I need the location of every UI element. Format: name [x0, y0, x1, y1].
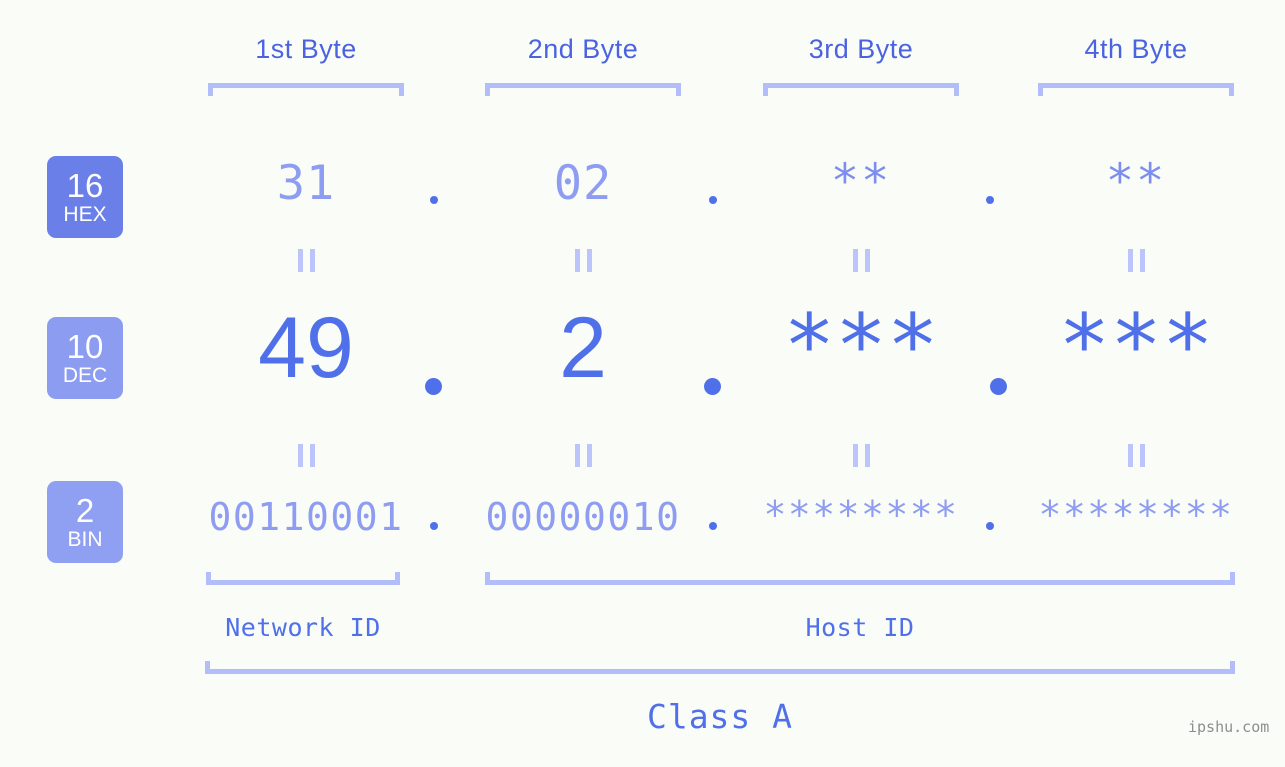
ip-byte-breakdown-diagram: 1st Byte 2nd Byte 3rd Byte 4th Byte 16 H… [0, 0, 1285, 767]
hex-byte-2: 02 [553, 156, 613, 211]
base-badge-dec-name: DEC [62, 364, 108, 387]
equals-mark-decbin-1 [208, 444, 404, 467]
equals-mark-decbin-3 [763, 444, 959, 467]
base-badge-bin: 2 BIN [47, 481, 123, 563]
byte-header-2: 2nd Byte [527, 34, 639, 64]
dec-byte-1: 49 [258, 300, 354, 396]
class-bracket [205, 661, 1235, 674]
network-id-label: Network ID [225, 613, 381, 642]
base-badge-hex-name: HEX [63, 203, 107, 226]
bin-byte-2: 00000010 [485, 495, 681, 539]
dec-byte-2: 2 [559, 300, 607, 396]
byte-header-3: 3rd Byte [808, 34, 914, 64]
class-label: Class A [646, 697, 794, 736]
dec-separator-dot-2 [704, 378, 721, 395]
network-id-bracket [206, 572, 400, 585]
base-badge-dec-number: 10 [66, 328, 104, 365]
hex-byte-1: 31 [276, 156, 336, 211]
equals-mark-decbin-4 [1038, 444, 1234, 467]
equals-mark-hexdec-1 [208, 249, 404, 272]
host-id-label: Host ID [805, 613, 915, 642]
byte-bracket-top-1 [208, 83, 404, 96]
dec-byte-3: *** [783, 296, 939, 396]
base-badge-hex: 16 HEX [47, 156, 123, 238]
bin-byte-1: 00110001 [208, 495, 404, 539]
hex-separator-dot-3 [986, 196, 994, 204]
equals-mark-decbin-2 [485, 444, 681, 467]
dec-byte-4: *** [1058, 296, 1214, 396]
byte-header-1: 1st Byte [255, 34, 357, 64]
bin-separator-dot-1 [430, 522, 438, 530]
base-badge-bin-name: BIN [67, 528, 103, 551]
dec-separator-dot-3 [990, 378, 1007, 395]
hex-separator-dot-2 [709, 196, 717, 204]
equals-mark-hexdec-4 [1038, 249, 1234, 272]
watermark: ipshu.com [1188, 718, 1270, 736]
hex-byte-3: ** [830, 154, 892, 209]
byte-header-4: 4th Byte [1084, 34, 1188, 64]
base-badge-dec: 10 DEC [47, 317, 123, 399]
equals-mark-hexdec-2 [485, 249, 681, 272]
byte-bracket-top-4 [1038, 83, 1234, 96]
byte-bracket-top-2 [485, 83, 681, 96]
bin-byte-3: ******** [763, 493, 959, 537]
host-id-bracket [485, 572, 1235, 585]
bin-separator-dot-3 [986, 522, 994, 530]
base-badge-bin-number: 2 [75, 492, 95, 529]
bin-byte-4: ******** [1038, 493, 1234, 537]
byte-bracket-top-3 [763, 83, 959, 96]
dec-separator-dot-1 [425, 378, 442, 395]
base-badge-hex-number: 16 [66, 167, 104, 204]
bin-separator-dot-2 [709, 522, 717, 530]
hex-separator-dot-1 [430, 196, 438, 204]
hex-byte-4: ** [1105, 154, 1167, 209]
equals-mark-hexdec-3 [763, 249, 959, 272]
